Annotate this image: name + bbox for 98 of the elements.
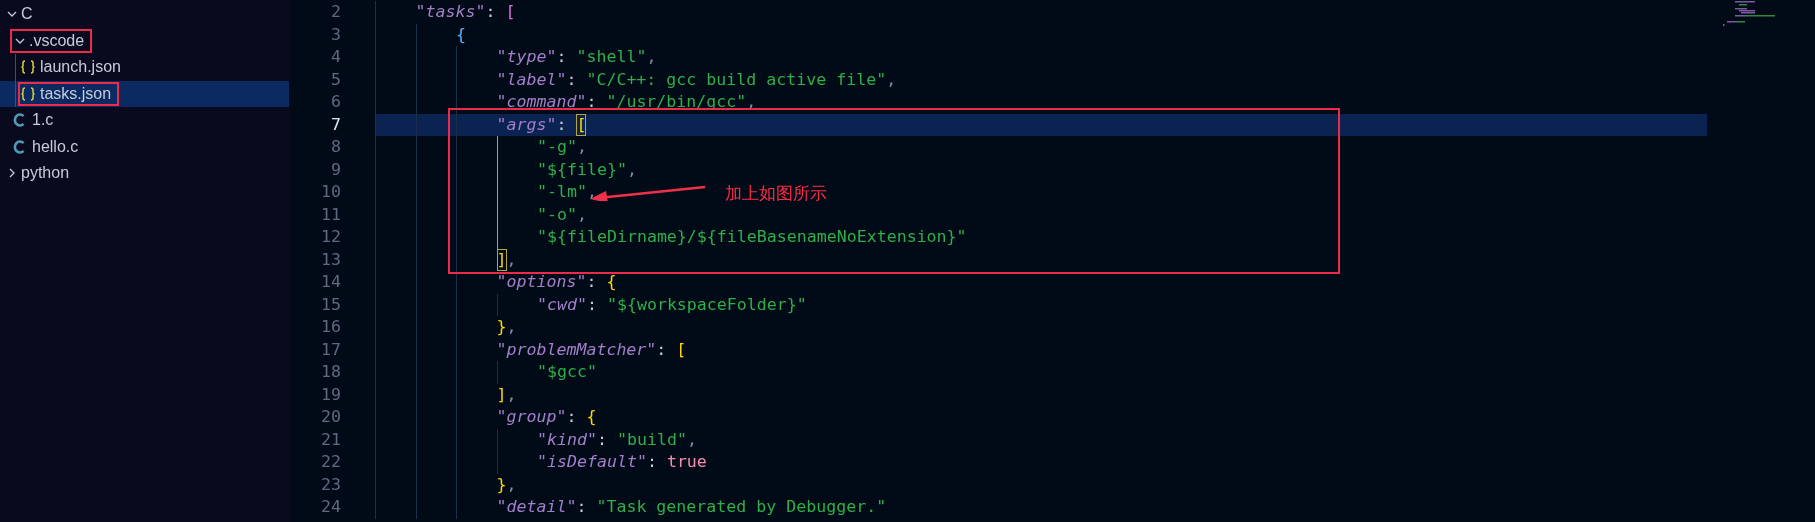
- comma: ,: [686, 428, 697, 451]
- line-number: 22: [320, 451, 342, 473]
- file-name: 1.c: [32, 111, 54, 130]
- tree-item[interactable]: hello.c: [0, 133, 289, 160]
- line-number: 24: [320, 496, 342, 518]
- tree-item[interactable]: python: [0, 160, 289, 187]
- string-value: "-o": [537, 203, 577, 226]
- colon: :: [656, 338, 668, 361]
- line-number: 23: [320, 473, 342, 496]
- line-number: 16: [320, 316, 342, 338]
- line-number: 3: [330, 23, 342, 46]
- line-number: 13: [320, 248, 342, 271]
- string-value: "C/C++: gcc build active file": [586, 68, 887, 91]
- bracket: }: [496, 316, 507, 338]
- braces-icon: [20, 86, 36, 101]
- line-number: 7: [330, 113, 342, 136]
- line-number: 12: [320, 226, 342, 248]
- file-name: hello.c: [32, 137, 79, 156]
- string-value: "${workspaceFolder}": [606, 293, 807, 316]
- file-name: tasks.json: [40, 84, 112, 103]
- comma: ,: [576, 136, 587, 158]
- json-key: "detail": [496, 496, 577, 519]
- file-name: python: [21, 164, 70, 183]
- json-key: "cwd": [537, 293, 587, 316]
- file-name: C: [21, 5, 33, 24]
- bracket: ]: [496, 383, 507, 406]
- comma: ,: [506, 473, 517, 496]
- json-key: "problemMatcher": [496, 338, 657, 361]
- line-number: 15: [320, 293, 342, 316]
- json-key: "kind": [537, 428, 597, 451]
- line-number: 4: [330, 46, 342, 68]
- colon: :: [646, 451, 658, 473]
- line-number: 5: [330, 68, 342, 91]
- colon: :: [566, 68, 578, 91]
- comma: ,: [586, 181, 597, 203]
- string-value: "Task generated by Debugger.": [596, 496, 887, 518]
- string-value: "shell": [576, 46, 647, 68]
- tree-item[interactable]: C: [0, 1, 289, 28]
- comma: ,: [506, 383, 517, 406]
- string-value: "$gcc": [537, 361, 597, 383]
- colon: :: [586, 271, 598, 293]
- json-key: "options": [496, 271, 587, 294]
- bracket: {: [456, 23, 466, 46]
- line-number: 14: [320, 271, 342, 293]
- json-key: "tasks": [415, 1, 486, 24]
- line-number: 9: [330, 158, 342, 181]
- braces-icon: [20, 60, 36, 75]
- line-number: 10: [320, 181, 342, 203]
- tree-item[interactable]: .vscode: [0, 27, 289, 54]
- json-key: "args": [496, 113, 557, 136]
- string-value: "-g": [537, 136, 577, 158]
- line-number: 20: [320, 406, 342, 428]
- json-key: "group": [496, 406, 567, 429]
- line-number: 2: [330, 1, 342, 23]
- file-name: launch.json: [40, 58, 121, 77]
- json-key: "isDefault": [537, 451, 647, 474]
- comma: ,: [506, 316, 517, 338]
- colon: :: [586, 91, 598, 113]
- tree-item[interactable]: tasks.json: [0, 80, 289, 107]
- json-key: "command": [496, 91, 587, 114]
- string-value: "build": [616, 428, 687, 451]
- comma: ,: [506, 248, 517, 271]
- json-key: "label": [496, 68, 567, 91]
- string-value: "/usr/bin/gcc": [606, 91, 747, 113]
- bracket: {: [606, 271, 617, 293]
- bracket: }: [496, 473, 507, 496]
- bracket: [: [505, 1, 516, 23]
- colon: :: [586, 293, 598, 316]
- boolean-value: true: [666, 451, 707, 473]
- colon: :: [576, 496, 588, 518]
- string-value: "-lm": [537, 181, 587, 203]
- colon: :: [596, 428, 608, 451]
- tree-item[interactable]: launch.json: [0, 54, 289, 81]
- line-number: 8: [330, 136, 342, 158]
- colon: :: [566, 406, 578, 428]
- comma: ,: [646, 46, 657, 68]
- bracket: [: [576, 113, 587, 136]
- bracket: [: [676, 338, 687, 361]
- comma: ,: [626, 158, 637, 181]
- line-number: 19: [320, 383, 342, 406]
- comma: ,: [576, 203, 587, 226]
- file-name: .vscode: [29, 31, 85, 50]
- json-key: "type": [496, 46, 557, 69]
- colon: :: [485, 1, 497, 23]
- comma: ,: [886, 68, 897, 91]
- line-number: 18: [320, 361, 342, 383]
- line-number: 21: [320, 428, 342, 451]
- annotation-text: 加上如图所示: [725, 182, 827, 205]
- tree-item[interactable]: 1.c: [0, 107, 289, 134]
- bracket: {: [586, 406, 597, 428]
- string-value: "${file}": [537, 158, 627, 181]
- line-number: 11: [320, 203, 342, 226]
- bracket: ]: [496, 248, 507, 271]
- line-number: 6: [330, 91, 342, 113]
- colon: :: [556, 113, 568, 136]
- string-value: "${fileDirname}/${fileBasenameNoExtension}": [537, 226, 967, 248]
- line-number: 17: [320, 338, 342, 361]
- colon: :: [556, 46, 568, 68]
